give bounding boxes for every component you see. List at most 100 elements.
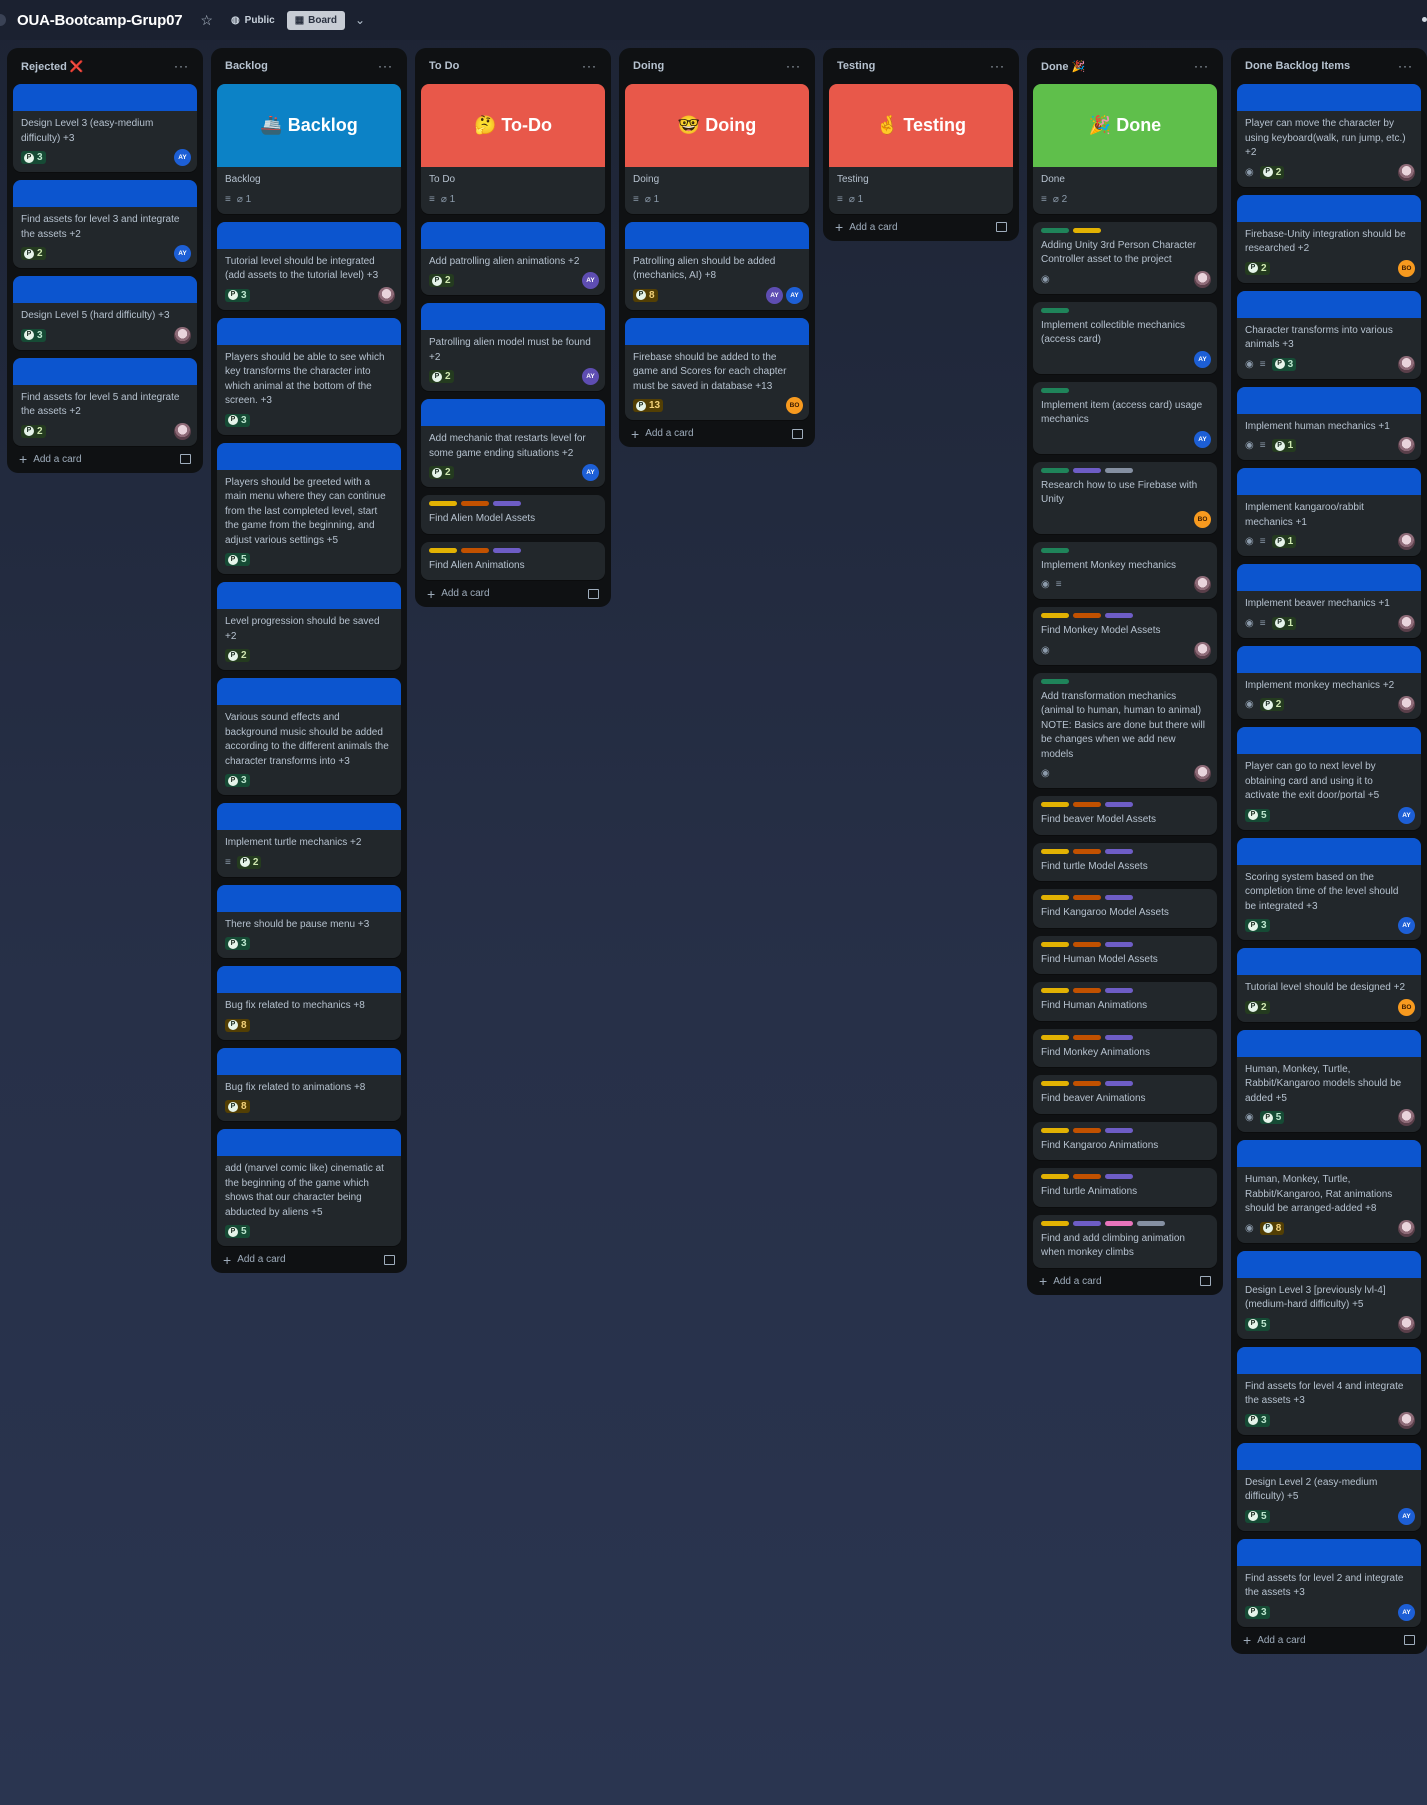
more-icon[interactable]: ··· <box>990 59 1005 73</box>
list-title[interactable]: Done 🎉 <box>1041 60 1085 73</box>
card[interactable]: Player can move the character by using k… <box>1237 84 1421 187</box>
template-icon[interactable] <box>1404 1635 1415 1645</box>
more-icon[interactable]: ··· <box>582 59 597 73</box>
card[interactable]: Add patrolling alien animations +2 P 2 AY <box>421 221 605 295</box>
card[interactable]: Design Level 5 (hard difficulty) +3 P 3 <box>13 276 197 350</box>
card[interactable]: Find turtle Animations <box>1033 1168 1217 1207</box>
add-card-button[interactable]: + Add a card <box>427 587 490 601</box>
list-header[interactable]: Rejected ❌ ··· <box>7 48 203 84</box>
more-icon[interactable]: ··· <box>1194 59 1209 73</box>
card[interactable]: Design Level 2 (easy-medium difficulty) … <box>1237 1442 1421 1531</box>
card[interactable]: Add transformation mechanics (animal to … <box>1033 672 1217 788</box>
card[interactable]: Implement monkey mechanics +2 ◉ P 2 <box>1237 645 1421 719</box>
card[interactable]: Implement collectible mechanics (access … <box>1033 301 1217 374</box>
card[interactable]: Implement Monkey mechanics ◉ ≡ <box>1033 541 1217 599</box>
card[interactable]: Design Level 3 [previously lvl-4] (mediu… <box>1237 1250 1421 1339</box>
member-avatar[interactable]: BO <box>1398 998 1415 1016</box>
member-avatar[interactable] <box>1398 614 1415 632</box>
member-avatar[interactable] <box>174 422 191 440</box>
add-card-button[interactable]: + Add a card <box>1243 1633 1306 1647</box>
template-icon[interactable] <box>1200 1276 1211 1286</box>
card[interactable]: Find Monkey Animations <box>1033 1028 1217 1067</box>
member-avatar[interactable]: AY <box>582 368 599 385</box>
list-cover-card[interactable]: 🚢 Backlog Backlog ≡ ⌀ 1 <box>217 84 401 214</box>
card[interactable]: Human, Monkey, Turtle, Rabbit/Kangaroo, … <box>1237 1140 1421 1243</box>
template-icon[interactable] <box>996 222 1007 232</box>
card[interactable]: Patrolling alien should be added (mechan… <box>625 221 809 310</box>
card[interactable]: Adding Unity 3rd Person Character Contro… <box>1033 221 1217 294</box>
card[interactable]: Tutorial level should be designed +2 P 2 BO <box>1237 948 1421 1022</box>
list-title[interactable]: Testing <box>837 60 875 72</box>
add-card-button[interactable]: + Add a card <box>223 1253 286 1267</box>
member-avatar[interactable] <box>174 326 191 344</box>
more-icon[interactable]: ··· <box>786 59 801 73</box>
member-avatar[interactable] <box>1398 1219 1415 1237</box>
card[interactable]: Tutorial level should be integrated (add… <box>217 221 401 310</box>
card[interactable]: Bug fix related to mechanics +8 P 8 <box>217 966 401 1040</box>
member-avatar[interactable]: AY <box>174 149 191 166</box>
card[interactable]: Human, Monkey, Turtle, Rabbit/Kangaroo m… <box>1237 1029 1421 1132</box>
list-header[interactable]: Doing ··· <box>619 48 815 84</box>
member-avatar[interactable]: AY <box>582 272 599 289</box>
member-avatar[interactable] <box>1398 163 1415 181</box>
card[interactable]: Find assets for level 2 and integrate th… <box>1237 1538 1421 1627</box>
member-avatar[interactable]: BO <box>786 397 803 414</box>
star-icon[interactable]: ☆ <box>200 12 213 29</box>
card[interactable]: Find beaver Model Assets <box>1033 796 1217 835</box>
card[interactable]: Find beaver Animations <box>1033 1075 1217 1114</box>
list-cover-card[interactable]: 🤔 To-Do To Do ≡ ⌀ 1 <box>421 84 605 214</box>
member-avatar[interactable]: AY <box>1194 430 1211 448</box>
card[interactable]: Find Monkey Model Assets ◉ <box>1033 607 1217 665</box>
member-avatar[interactable] <box>1398 437 1415 454</box>
add-card-button[interactable]: + Add a card <box>835 220 898 234</box>
template-icon[interactable] <box>588 588 599 599</box>
card[interactable]: Various sound effects and background mus… <box>217 678 401 795</box>
member-avatar[interactable]: AY <box>174 245 191 262</box>
member-avatar[interactable] <box>1398 1411 1415 1429</box>
card[interactable]: add (marvel comic like) cinematic at the… <box>217 1129 401 1246</box>
member-avatar[interactable]: AY <box>1398 1507 1415 1525</box>
member-avatar[interactable] <box>1398 1109 1415 1126</box>
template-icon[interactable] <box>180 454 191 464</box>
card[interactable]: Players should be able to see which key … <box>217 317 401 435</box>
visibility-button[interactable]: ◍ Public <box>231 15 275 26</box>
card[interactable]: Player can go to next level by obtaining… <box>1237 727 1421 830</box>
chevron-down-icon[interactable]: ⌄ <box>355 13 365 27</box>
list-title[interactable]: Rejected ❌ <box>21 60 84 73</box>
add-card-button[interactable]: + Add a card <box>1039 1274 1102 1288</box>
member-avatar[interactable]: BO <box>1398 259 1415 277</box>
member-avatar[interactable]: AY <box>1398 806 1415 824</box>
more-icon[interactable]: ··· <box>174 59 189 73</box>
member-avatar[interactable] <box>1398 1315 1415 1333</box>
board-view-button[interactable]: ▦ Board <box>286 10 346 30</box>
member-avatar[interactable]: AY <box>766 286 783 304</box>
card[interactable]: Find Human Animations <box>1033 982 1217 1021</box>
member-avatar[interactable] <box>1194 270 1211 288</box>
card[interactable]: Players should be greeted with a main me… <box>217 442 401 574</box>
template-icon[interactable] <box>792 428 803 439</box>
card[interactable]: Implement turtle mechanics +2 ≡ P 2 <box>217 803 401 877</box>
template-icon[interactable] <box>384 1254 395 1265</box>
list-cover-card[interactable]: 🤞 Testing Testing ≡ ⌀ 1 <box>829 84 1013 214</box>
card[interactable]: Find Human Model Assets <box>1033 935 1217 974</box>
card[interactable]: Find Kangaroo Animations <box>1033 1121 1217 1160</box>
list-cover-card[interactable]: 🤓 Doing Doing ≡ ⌀ 1 <box>625 84 809 214</box>
member-avatar[interactable]: AY <box>1398 1603 1415 1621</box>
member-avatar[interactable]: AY <box>786 286 803 304</box>
add-card-button[interactable]: + Add a card <box>19 452 82 466</box>
workspace-icon[interactable] <box>0 14 6 26</box>
member-avatar[interactable] <box>1398 696 1415 713</box>
member-avatar[interactable] <box>1398 355 1415 373</box>
card[interactable]: Research how to use Firebase with Unity B… <box>1033 461 1217 534</box>
member-avatar[interactable] <box>1194 765 1211 782</box>
card[interactable]: Find assets for level 3 and integrate th… <box>13 180 197 268</box>
card[interactable]: Firebase should be added to the game and… <box>625 317 809 420</box>
card[interactable]: Design Level 3 (easy-medium difficulty) … <box>13 84 197 172</box>
list-header[interactable]: Done Backlog Items ··· <box>1231 48 1427 84</box>
member-avatar[interactable] <box>378 286 395 304</box>
list-header[interactable]: Backlog ··· <box>211 48 407 84</box>
card[interactable]: Find Alien Model Assets <box>421 495 605 534</box>
list-title[interactable]: Doing <box>633 60 664 72</box>
card[interactable]: Patrolling alien model must be found +2 P… <box>421 303 605 391</box>
card[interactable]: Find Kangaroo Model Assets <box>1033 889 1217 928</box>
